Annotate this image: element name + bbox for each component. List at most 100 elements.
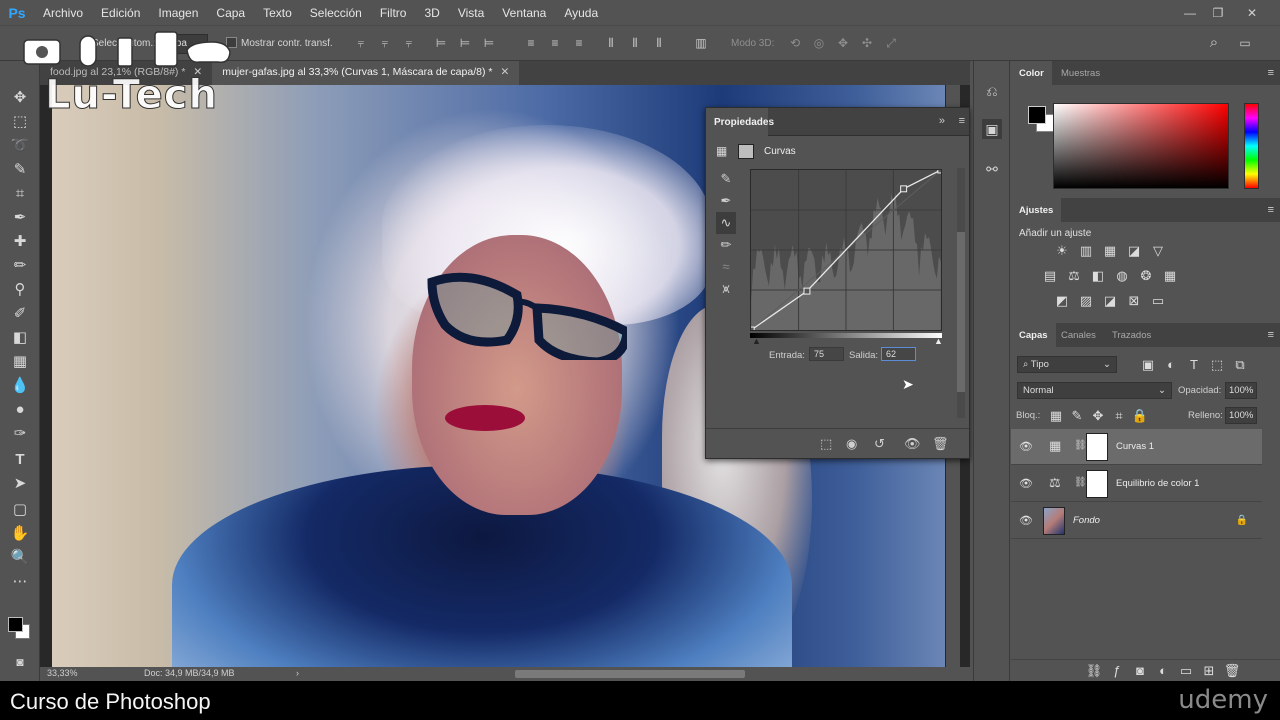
exposure-icon[interactable]: ◪ xyxy=(1125,242,1143,260)
smooth-curve-icon[interactable]: ≈ xyxy=(716,256,736,278)
align-left-icon[interactable]: ⊨ xyxy=(434,36,448,50)
levels-icon[interactable]: ▥ xyxy=(1077,242,1095,260)
lock-transparency-icon[interactable]: ▦ xyxy=(1047,407,1065,425)
zoom-level[interactable]: 33,33% xyxy=(47,668,78,678)
align-right-icon[interactable]: ⊨ xyxy=(482,36,496,50)
layer-filter-select[interactable]: ⌕ Tipo ⌄ xyxy=(1017,356,1117,373)
curves-icon[interactable]: ▦ xyxy=(1101,242,1119,260)
pen-tool-icon[interactable]: ✑ xyxy=(9,423,31,445)
pan-3d-icon[interactable]: ✥ xyxy=(836,36,850,50)
distribute-top-icon[interactable]: ≡ xyxy=(524,36,538,50)
properties-scroll-thumb[interactable] xyxy=(957,232,965,392)
tab-muestras[interactable]: Muestras xyxy=(1053,61,1108,85)
status-arrow-icon[interactable]: › xyxy=(296,668,299,678)
hue-slider[interactable] xyxy=(1244,103,1259,189)
close-icon[interactable]: ✕ xyxy=(500,66,509,78)
eye-icon[interactable]: 👁 xyxy=(1019,440,1033,453)
tab-ajustes[interactable]: Ajustes xyxy=(1011,198,1062,222)
move-tool-icon[interactable]: ✥ xyxy=(9,87,31,109)
collapse-icon[interactable]: » xyxy=(939,115,945,127)
quick-mask-icon[interactable]: ◙ xyxy=(9,651,31,673)
zoom-tool-icon[interactable]: 🔍 xyxy=(9,547,31,569)
marquee-tool-icon[interactable]: ⬚ xyxy=(9,111,31,133)
more-tools-icon[interactable]: ⋯ xyxy=(9,571,31,593)
pencil-draw-icon[interactable]: ✏ xyxy=(716,234,736,256)
gradient-tool-icon[interactable]: ▦ xyxy=(9,351,31,373)
link-layers-icon[interactable]: ⛓ xyxy=(1085,662,1103,680)
curves-graph[interactable] xyxy=(750,169,942,331)
menu-edicion[interactable]: Edición xyxy=(92,6,149,20)
eye-icon[interactable]: 👁 xyxy=(1019,514,1033,527)
tab-color[interactable]: Color xyxy=(1011,61,1052,85)
minimize-button[interactable]: — xyxy=(1175,0,1205,25)
curve-edit-icon[interactable]: ∿ xyxy=(716,212,736,234)
menu-filtro[interactable]: Filtro xyxy=(371,6,416,20)
align-hcenter-icon[interactable]: ⊨ xyxy=(458,36,472,50)
color-balance-icon[interactable]: ⚖ xyxy=(1065,267,1083,285)
eraser-tool-icon[interactable]: ◧ xyxy=(9,327,31,349)
fill-input[interactable]: 100% xyxy=(1225,407,1257,424)
visibility-icon[interactable]: 👁 xyxy=(904,436,921,452)
history-brush-icon[interactable]: ✐ xyxy=(9,303,31,325)
crop-tool-icon[interactable]: ⌗ xyxy=(9,183,31,205)
new-group-icon[interactable]: ▭ xyxy=(1177,662,1195,680)
menu-imagen[interactable]: Imagen xyxy=(149,6,207,20)
brightness-icon[interactable]: ☀ xyxy=(1053,242,1071,260)
scale-3d-icon[interactable]: ⤢ xyxy=(884,36,898,50)
link-icon[interactable]: ⛓ xyxy=(1074,440,1087,451)
entrada-input[interactable]: 75 xyxy=(809,347,844,361)
panel-menu-icon[interactable]: ≡ xyxy=(1268,67,1274,79)
menu-ventana[interactable]: Ventana xyxy=(493,6,555,20)
brushes-icon[interactable]: ⚯ xyxy=(982,159,1002,179)
invert-icon[interactable]: ◩ xyxy=(1053,292,1071,310)
eyedropper-tool-icon[interactable]: ✒ xyxy=(9,207,31,229)
filter-pixel-icon[interactable]: ▣ xyxy=(1139,356,1157,374)
filter-smart-icon[interactable]: ⧉ xyxy=(1231,356,1249,374)
lasso-tool-icon[interactable]: ➰ xyxy=(9,135,31,157)
layer-name[interactable]: Curvas 1 xyxy=(1116,441,1154,452)
close-button[interactable]: ✕ xyxy=(1237,0,1267,25)
filter-shape-icon[interactable]: ⬚ xyxy=(1208,356,1226,374)
black-slider-icon[interactable]: ▲ xyxy=(752,336,761,346)
layer-mask-thumbnail[interactable] xyxy=(1086,470,1108,498)
distribute-vcenter-icon[interactable]: ≡ xyxy=(548,36,562,50)
properties-dock-icon[interactable]: ▣ xyxy=(982,119,1002,139)
distribute-bottom-icon[interactable]: ≡ xyxy=(572,36,586,50)
white-slider-icon[interactable]: ▲ xyxy=(934,336,943,346)
panel-menu-icon[interactable]: ≡ xyxy=(1268,204,1274,216)
align-bottom-icon[interactable]: ⫧ xyxy=(402,36,416,50)
view-previous-icon[interactable]: ◉ xyxy=(846,436,857,452)
link-icon[interactable]: ⛓ xyxy=(1074,477,1087,488)
salida-input[interactable]: 62 xyxy=(881,347,916,361)
curves-adjustment-icon[interactable]: ▦ xyxy=(716,144,727,158)
color-fg-swatch[interactable] xyxy=(1028,106,1046,124)
menu-texto[interactable]: Texto xyxy=(254,6,301,20)
menu-capa[interactable]: Capa xyxy=(207,6,254,20)
color-lookup-icon[interactable]: ▦ xyxy=(1161,267,1179,285)
align-vcenter-icon[interactable]: ⫧ xyxy=(378,36,392,50)
panel-menu-icon[interactable]: ≡ xyxy=(1268,329,1274,341)
blend-mode-select[interactable]: Normal ⌄ xyxy=(1017,382,1172,399)
type-tool-icon[interactable]: T xyxy=(9,449,31,471)
path-select-tool-icon[interactable]: ➤ xyxy=(9,473,31,495)
black-point-eyedropper-icon[interactable]: ✎ xyxy=(716,168,736,190)
distribute-hcenter-icon[interactable]: ⦀ xyxy=(628,36,642,50)
slide-3d-icon[interactable]: ✣ xyxy=(860,36,874,50)
tab-canales[interactable]: Canales xyxy=(1053,323,1104,347)
layer-row[interactable]: 👁 ⚖ ⛓ Equilibrio de color 1 xyxy=(1011,466,1262,502)
distribute-left-icon[interactable]: ⦀ xyxy=(604,36,618,50)
rotate-3d-icon[interactable]: ⟲ xyxy=(788,36,802,50)
lock-all-icon[interactable]: 🔒 xyxy=(1131,407,1149,425)
blur-tool-icon[interactable]: 💧 xyxy=(9,375,31,397)
history-icon[interactable]: ⎌ xyxy=(982,81,1002,101)
new-layer-icon[interactable]: ⊞ xyxy=(1200,662,1218,680)
filter-adjustment-icon[interactable]: ◐ xyxy=(1162,356,1180,374)
lock-pixels-icon[interactable]: ✎ xyxy=(1068,407,1086,425)
menu-seleccion[interactable]: Selección xyxy=(301,6,371,20)
hue-saturation-icon[interactable]: ▤ xyxy=(1041,267,1059,285)
layer-image-thumbnail[interactable] xyxy=(1043,507,1065,535)
black-white-icon[interactable]: ◧ xyxy=(1089,267,1107,285)
lock-position-icon[interactable]: ✥ xyxy=(1089,407,1107,425)
menu-archivo[interactable]: Archivo xyxy=(34,6,92,20)
layer-name[interactable]: Equilibrio de color 1 xyxy=(1116,478,1199,489)
